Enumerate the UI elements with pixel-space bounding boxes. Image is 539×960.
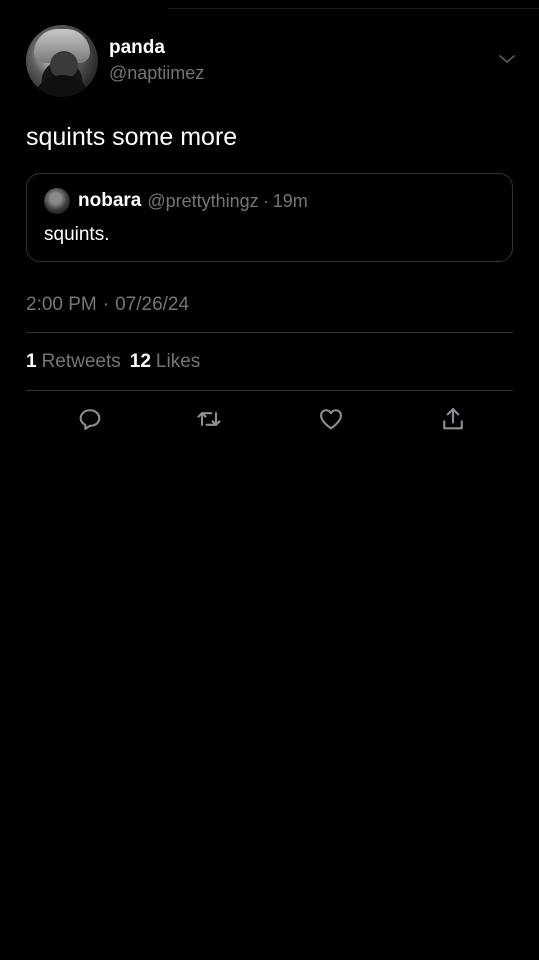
tweet-time: 2:00 PM: [26, 294, 97, 315]
tweet-header: panda @naptiimez: [26, 25, 517, 97]
chevron-down-icon[interactable]: [497, 49, 517, 69]
share-button[interactable]: [436, 402, 470, 436]
quoted-avatar: [44, 188, 70, 214]
retweets-stat[interactable]: 1 Retweets: [26, 351, 130, 372]
retweet-icon: [197, 412, 221, 426]
tweet-date: 07/26/24: [115, 294, 190, 315]
heart-icon: [320, 409, 342, 430]
divider: [26, 332, 513, 333]
retweets-label: Retweets: [41, 351, 121, 372]
quoted-tweet[interactable]: nobara @prettythingz · 19m squints.: [26, 173, 513, 262]
author-display-name[interactable]: panda: [109, 37, 204, 59]
tweet-timestamp: 2:00 PM · 07/26/24: [26, 292, 189, 318]
quoted-display-name: nobara: [78, 190, 142, 211]
tweet-detail-screen: panda @naptiimez squints some more nobar…: [0, 0, 539, 960]
likes-stat[interactable]: 12 Likes: [130, 351, 210, 372]
quoted-time: 19m: [272, 190, 308, 211]
reply-button[interactable]: [73, 402, 107, 436]
quoted-separator: ·: [262, 190, 269, 211]
likes-count: 12: [129, 351, 151, 372]
quoted-handle: @prettythingz: [147, 190, 259, 211]
share-icon: [443, 408, 463, 430]
retweets-count: 1: [26, 351, 37, 372]
quoted-text: squints.: [44, 224, 110, 245]
top-divider: [168, 8, 539, 9]
action-bar: [26, 402, 513, 436]
retweet-button[interactable]: [192, 402, 226, 436]
like-button[interactable]: [314, 402, 348, 436]
avatar[interactable]: [26, 25, 98, 97]
divider: [26, 390, 513, 391]
author-handle[interactable]: @naptiimez: [109, 61, 204, 85]
timestamp-separator: ·: [102, 294, 110, 315]
tweet-text: squints some more: [26, 123, 238, 151]
author-names[interactable]: panda @naptiimez: [109, 37, 204, 85]
reply-icon: [79, 409, 101, 430]
quoted-tweet-header: nobara @prettythingz · 19m: [44, 188, 308, 214]
tweet-stats: 1 Retweets 12 Likes: [26, 349, 209, 375]
likes-label: Likes: [155, 351, 201, 372]
